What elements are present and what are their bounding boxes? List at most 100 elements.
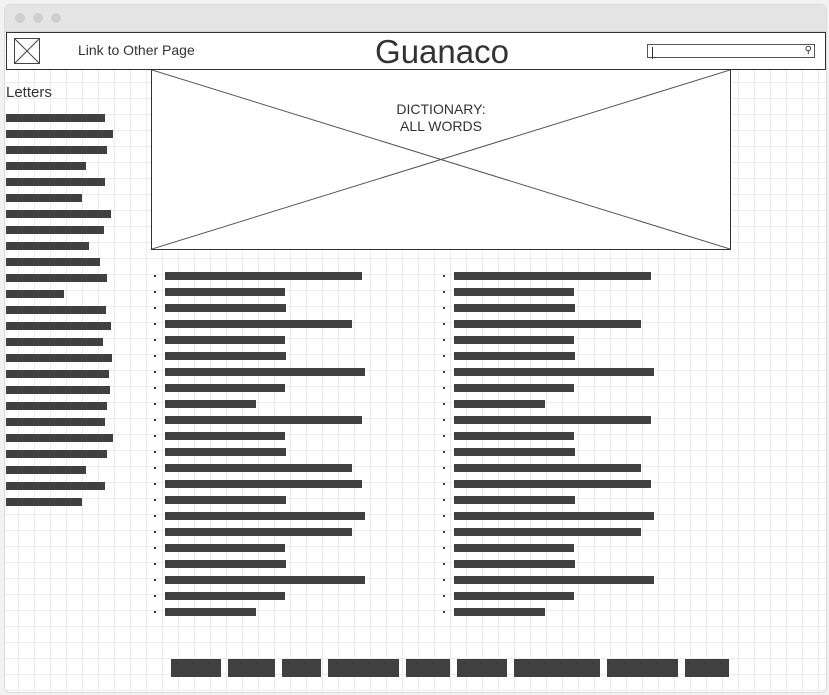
- word-link[interactable]: [454, 464, 641, 472]
- word-link[interactable]: [165, 592, 285, 600]
- pagination-button[interactable]: [228, 659, 275, 677]
- letter-link[interactable]: [6, 178, 105, 186]
- word-link[interactable]: [454, 544, 574, 552]
- word-link[interactable]: [165, 544, 285, 552]
- pagination-button[interactable]: [685, 659, 729, 677]
- letter-link[interactable]: [6, 114, 105, 122]
- pagination-button[interactable]: [406, 659, 450, 677]
- letter-link[interactable]: [6, 498, 82, 506]
- search-input[interactable]: ⚲: [647, 44, 815, 59]
- word-link[interactable]: [454, 576, 654, 584]
- word-link[interactable]: [165, 496, 286, 504]
- letter-link[interactable]: [6, 370, 109, 378]
- word-link[interactable]: [165, 560, 286, 568]
- letter-link[interactable]: [6, 146, 107, 154]
- word-link[interactable]: [454, 560, 575, 568]
- letter-link[interactable]: [6, 162, 86, 170]
- word-list-item: [443, 368, 655, 376]
- pagination-button[interactable]: [457, 659, 507, 677]
- word-link[interactable]: [165, 400, 256, 408]
- search-icon[interactable]: ⚲: [805, 45, 812, 56]
- bullet-icon: [154, 371, 156, 373]
- browser-window: Link to Other Page Guanaco ⚲ Letters DIC…: [4, 4, 827, 693]
- site-header: Link to Other Page Guanaco ⚲: [6, 32, 826, 70]
- letter-link[interactable]: [6, 290, 64, 298]
- bullet-icon: [154, 307, 156, 309]
- word-link[interactable]: [165, 320, 352, 328]
- word-link[interactable]: [165, 384, 285, 392]
- word-link[interactable]: [454, 592, 574, 600]
- word-list-item: [443, 272, 652, 280]
- pagination-button[interactable]: [328, 659, 399, 677]
- letter-link[interactable]: [6, 258, 100, 266]
- word-list-item: [443, 528, 642, 536]
- word-list-item: [154, 592, 286, 600]
- letter-link[interactable]: [6, 242, 89, 250]
- bullet-icon: [154, 499, 156, 501]
- word-list-item: [443, 432, 575, 440]
- word-link[interactable]: [165, 368, 365, 376]
- word-list-item: [154, 496, 287, 504]
- word-link[interactable]: [454, 320, 641, 328]
- word-link[interactable]: [165, 432, 285, 440]
- word-link[interactable]: [454, 368, 654, 376]
- word-link[interactable]: [454, 416, 651, 424]
- word-link[interactable]: [165, 304, 286, 312]
- pagination-button[interactable]: [514, 659, 600, 677]
- letter-link[interactable]: [6, 354, 112, 362]
- letter-link[interactable]: [6, 402, 107, 410]
- word-link[interactable]: [454, 496, 575, 504]
- word-link[interactable]: [165, 288, 285, 296]
- letter-link[interactable]: [6, 386, 110, 394]
- bullet-icon: [443, 307, 445, 309]
- word-link[interactable]: [454, 304, 575, 312]
- letter-link[interactable]: [6, 210, 111, 218]
- pagination-button[interactable]: [282, 659, 321, 677]
- word-link[interactable]: [454, 336, 574, 344]
- word-link[interactable]: [165, 528, 352, 536]
- window-close-dot[interactable]: [15, 13, 25, 23]
- word-link[interactable]: [454, 352, 575, 360]
- letter-link[interactable]: [6, 194, 82, 202]
- letter-link[interactable]: [6, 322, 111, 330]
- word-link[interactable]: [454, 272, 651, 280]
- word-list-item: [443, 496, 576, 504]
- bullet-icon: [154, 595, 156, 597]
- window-maximize-dot[interactable]: [51, 13, 61, 23]
- word-link[interactable]: [165, 336, 285, 344]
- letter-link[interactable]: [6, 338, 103, 346]
- word-link[interactable]: [454, 512, 654, 520]
- word-link[interactable]: [165, 272, 362, 280]
- letter-link[interactable]: [6, 450, 107, 458]
- letter-link[interactable]: [6, 482, 105, 490]
- word-link[interactable]: [165, 512, 365, 520]
- letter-link[interactable]: [6, 434, 113, 442]
- word-link[interactable]: [454, 288, 574, 296]
- letter-link[interactable]: [6, 418, 105, 426]
- bullet-icon: [443, 483, 445, 485]
- word-link[interactable]: [165, 352, 286, 360]
- letter-link[interactable]: [6, 306, 106, 314]
- letter-link[interactable]: [6, 274, 107, 282]
- bullet-icon: [154, 419, 156, 421]
- word-link[interactable]: [165, 416, 362, 424]
- letter-link[interactable]: [6, 130, 113, 138]
- word-link[interactable]: [454, 448, 575, 456]
- bullet-icon: [443, 499, 445, 501]
- word-link[interactable]: [454, 384, 574, 392]
- window-minimize-dot[interactable]: [33, 13, 43, 23]
- pagination-button[interactable]: [171, 659, 221, 677]
- word-link[interactable]: [454, 432, 574, 440]
- word-link[interactable]: [165, 464, 352, 472]
- letter-link[interactable]: [6, 226, 104, 234]
- word-link[interactable]: [454, 608, 545, 616]
- word-link[interactable]: [454, 400, 545, 408]
- letter-link[interactable]: [6, 466, 86, 474]
- word-link[interactable]: [165, 576, 365, 584]
- word-link[interactable]: [454, 528, 641, 536]
- pagination-button[interactable]: [607, 659, 678, 677]
- word-link[interactable]: [165, 608, 256, 616]
- word-link[interactable]: [165, 448, 286, 456]
- word-link[interactable]: [454, 480, 651, 488]
- word-link[interactable]: [165, 480, 362, 488]
